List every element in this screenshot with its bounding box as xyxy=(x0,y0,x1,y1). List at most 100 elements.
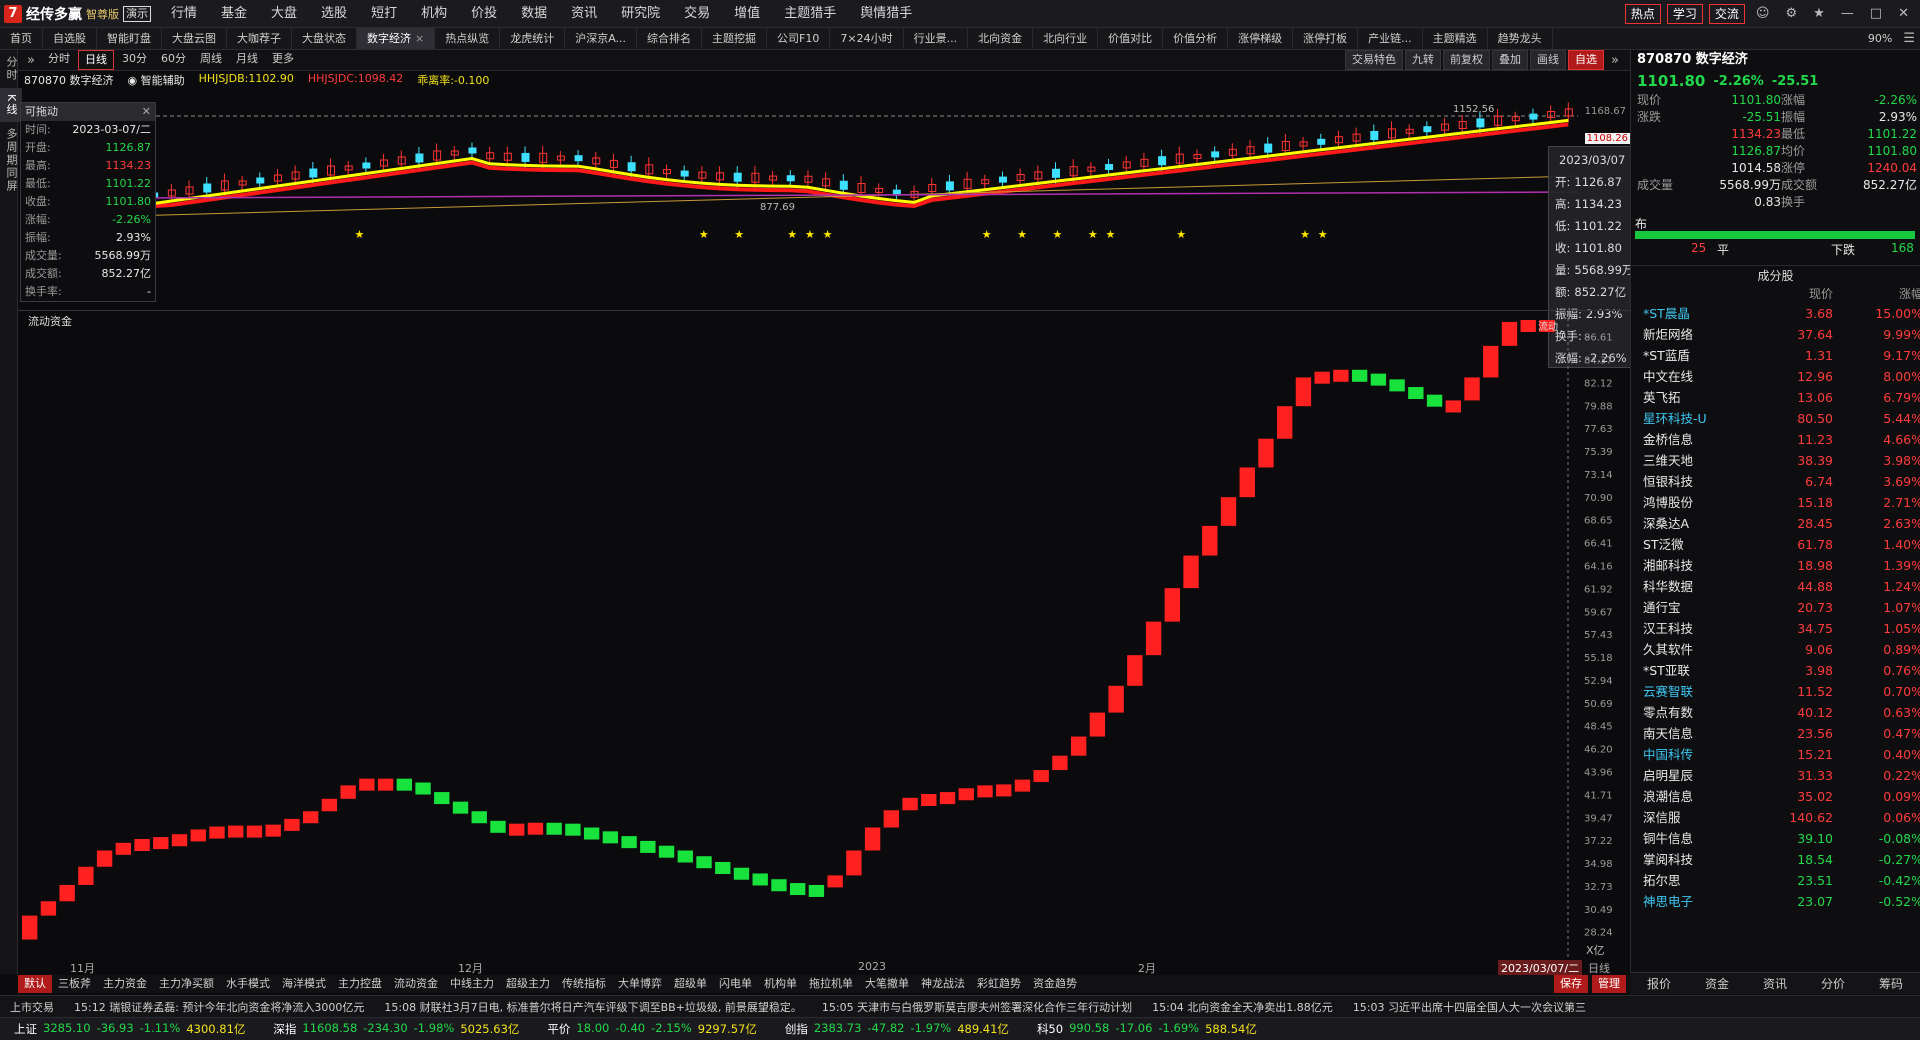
news-item[interactable]: 15:03 习近平出席十四届全国人大一次会议第三 xyxy=(1343,999,1596,1015)
page-tab[interactable]: 行业景... xyxy=(904,28,969,49)
constituent-row[interactable]: 科华数据 44.88 1.24% xyxy=(1631,576,1920,597)
collapse-icon[interactable]: » xyxy=(22,53,40,68)
indicator-tab[interactable]: 默认 xyxy=(18,975,52,993)
page-tab[interactable]: 自选股 xyxy=(43,28,97,49)
indicator-tab[interactable]: 资金趋势 xyxy=(1027,975,1083,993)
chart-tool-button[interactable]: 交易特色 xyxy=(1345,50,1404,70)
maximize-icon[interactable]: □ xyxy=(1865,6,1887,21)
page-tab[interactable]: 主题挖掘 xyxy=(702,28,768,49)
indicator-tab[interactable]: 中线主力 xyxy=(444,975,500,993)
page-tab[interactable]: 北向行业 xyxy=(1033,28,1099,49)
constituent-row[interactable]: 久其软件 9.06 0.89% xyxy=(1631,639,1920,660)
smart-assist-toggle[interactable]: ◉ 智能辅助 xyxy=(128,72,185,88)
menu-item-12[interactable]: 主题猎手 xyxy=(772,0,848,27)
indicator-tab[interactable]: 超级主力 xyxy=(500,975,556,993)
indicator-tab[interactable]: 主力净买额 xyxy=(153,975,220,993)
indicator-tab[interactable]: 海洋模式 xyxy=(276,975,332,993)
constituent-row[interactable]: 深桑达A 28.45 2.63% xyxy=(1631,513,1920,534)
indicator-tab[interactable]: 大单博弈 xyxy=(612,975,668,993)
menu-item-10[interactable]: 交易 xyxy=(672,0,722,27)
constituent-row[interactable]: 浪潮信息 35.02 0.09% xyxy=(1631,786,1920,807)
liquidity-funds-chart[interactable]: 86.61 84.37 82.12 79.88 77.63 75.39 73.14 70.90… xyxy=(18,312,1630,960)
chart-tool-button[interactable]: 叠加 xyxy=(1492,50,1529,70)
page-tab[interactable]: 7×24小时 xyxy=(830,28,904,49)
constituent-row[interactable]: 零点有数 40.12 0.63% xyxy=(1631,702,1920,723)
news-item[interactable]: 15:04 北向资金全天净卖出1.88亿元 xyxy=(1142,999,1343,1015)
menu-item-13[interactable]: 舆情猎手 xyxy=(848,0,924,27)
menu-item-2[interactable]: 大盘 xyxy=(259,0,309,27)
quote-panel-tab[interactable]: 报价 xyxy=(1630,975,1688,992)
page-tab[interactable]: 涨停梯级 xyxy=(1228,28,1294,49)
index-quote[interactable]: 上证 3285.10 -36.93 -1.11% 4300.81亿 xyxy=(0,1021,259,1037)
constituent-row[interactable]: 南天信息 23.56 0.47% xyxy=(1631,723,1920,744)
indicator-tab[interactable]: 拖拉机单 xyxy=(803,975,859,993)
chart-tool-button[interactable]: 画线 xyxy=(1530,50,1567,70)
index-quote[interactable]: 科50 990.58 -17.06 -1.69% 588.54亿 xyxy=(1023,1021,1271,1037)
indicator-tab[interactable]: 流动资金 xyxy=(388,975,444,993)
chart-tool-button[interactable]: 九转 xyxy=(1405,50,1442,70)
menu-item-9[interactable]: 研究院 xyxy=(609,0,672,27)
indicator-tab[interactable]: 主力资金 xyxy=(97,975,153,993)
constituent-row[interactable]: 深信服 140.62 0.06% xyxy=(1631,807,1920,828)
col-price[interactable]: 现价 xyxy=(1753,285,1833,303)
constituent-row[interactable]: 三维天地 38.39 3.98% xyxy=(1631,450,1920,471)
zoom-level[interactable]: 90% xyxy=(1862,30,1898,48)
expand-icon[interactable]: » xyxy=(1606,53,1624,68)
period-button[interactable]: 30分 xyxy=(116,50,153,70)
kline-chart[interactable]: ★ ★ ★ ★ ★ ★ ★ ★ ★ ★ ★ ★ ★ ★ 1152.56 877.69 xyxy=(18,88,1630,308)
menu-item-0[interactable]: 行情 xyxy=(159,0,209,27)
constituent-row[interactable]: 金桥信息 11.23 4.66% xyxy=(1631,429,1920,450)
page-tab[interactable]: 大盘状态 xyxy=(292,28,357,49)
constituent-row[interactable]: 铜牛信息 39.10 -0.08% xyxy=(1631,828,1920,849)
hot-button[interactable]: 热点 xyxy=(1624,3,1661,24)
chart-tool-button[interactable]: 自选 xyxy=(1568,50,1605,70)
constituent-row[interactable]: ST泛微 61.78 1.40% xyxy=(1631,534,1920,555)
constituent-row[interactable]: *ST晨晶 3.68 15.00% xyxy=(1631,303,1920,324)
col-change[interactable]: 涨幅 xyxy=(1833,285,1920,303)
menu-item-7[interactable]: 数据 xyxy=(509,0,559,27)
ohlc-float-panel[interactable]: 可拖动 ✕ 时间: 2023-03-07/二 开盘: 1126.87 最高: 1134.2… xyxy=(20,102,156,302)
close-icon[interactable]: ✕ xyxy=(1893,6,1914,21)
constituent-row[interactable]: 云赛智联 11.52 0.70% xyxy=(1631,681,1920,702)
page-tab[interactable]: 趋势龙头 xyxy=(1488,28,1553,49)
constituent-row[interactable]: 神思电子 23.07 -0.52% xyxy=(1631,891,1920,912)
constituent-row[interactable]: 英飞拓 13.06 6.79% xyxy=(1631,387,1920,408)
constituent-row[interactable]: 中国科传 15.21 0.40% xyxy=(1631,744,1920,765)
settings-icon[interactable]: ⚙ xyxy=(1780,6,1802,21)
page-tab[interactable]: 涨停打板 xyxy=(1293,28,1359,49)
index-quote[interactable]: 创指 2383.73 -47.82 -1.97% 489.41亿 xyxy=(771,1021,1023,1037)
period-button[interactable]: 周线 xyxy=(194,50,228,70)
exchange-button[interactable]: 交流 xyxy=(1708,3,1745,24)
constituent-row[interactable]: 中文在线 12.96 8.00% xyxy=(1631,366,1920,387)
constituent-row[interactable]: 启明星辰 31.33 0.22% xyxy=(1631,765,1920,786)
page-tab[interactable]: 大咖荐子 xyxy=(227,28,292,49)
indicator-tab[interactable]: 水手模式 xyxy=(220,975,276,993)
news-item[interactable]: 15:12 瑞银证券孟磊: 预计今年北向资金将净流入3000亿元 xyxy=(64,999,374,1015)
page-tab[interactable]: 综合排名 xyxy=(637,28,703,49)
index-quote[interactable]: 深指 11608.58 -234.30 -1.98% 5025.63亿 xyxy=(259,1021,533,1037)
float-panel-header[interactable]: 可拖动 ✕ xyxy=(21,103,155,121)
menu-item-1[interactable]: 基金 xyxy=(209,0,259,27)
constituent-row[interactable]: *ST蓝盾 1.31 9.17% xyxy=(1631,345,1920,366)
constituent-row[interactable]: *ST亚联 3.98 0.76% xyxy=(1631,660,1920,681)
learn-button[interactable]: 学习 xyxy=(1666,3,1703,24)
indicator-tab[interactable]: 机构单 xyxy=(758,975,803,993)
period-button[interactable]: 60分 xyxy=(155,50,192,70)
chart-tool-button[interactable]: 前复权 xyxy=(1443,50,1491,70)
indicator-tab[interactable]: 闪电单 xyxy=(713,975,758,993)
page-tab[interactable]: 数字经济 × xyxy=(357,28,436,49)
tab-menu-icon[interactable]: ☰ xyxy=(1898,31,1920,46)
constituent-row[interactable]: 通行宝 20.73 1.07% xyxy=(1631,597,1920,618)
indicator-action-button[interactable]: 管理 xyxy=(1592,975,1626,993)
page-tab[interactable]: 大盘云图 xyxy=(162,28,227,49)
skin-icon[interactable]: ★ xyxy=(1808,6,1830,21)
period-button[interactable]: 月线 xyxy=(230,50,264,70)
menu-item-3[interactable]: 选股 xyxy=(309,0,359,27)
constituent-row[interactable]: 新炬网络 37.64 9.99% xyxy=(1631,324,1920,345)
pane-divider[interactable] xyxy=(18,310,1630,311)
quote-panel-tab[interactable]: 筹码 xyxy=(1862,975,1920,992)
page-tab[interactable]: 价值分析 xyxy=(1163,28,1229,49)
page-tab[interactable]: 龙虎统计 xyxy=(500,28,566,49)
period-button[interactable]: 日线 xyxy=(77,50,114,70)
page-tab[interactable]: 首页 xyxy=(0,28,43,49)
